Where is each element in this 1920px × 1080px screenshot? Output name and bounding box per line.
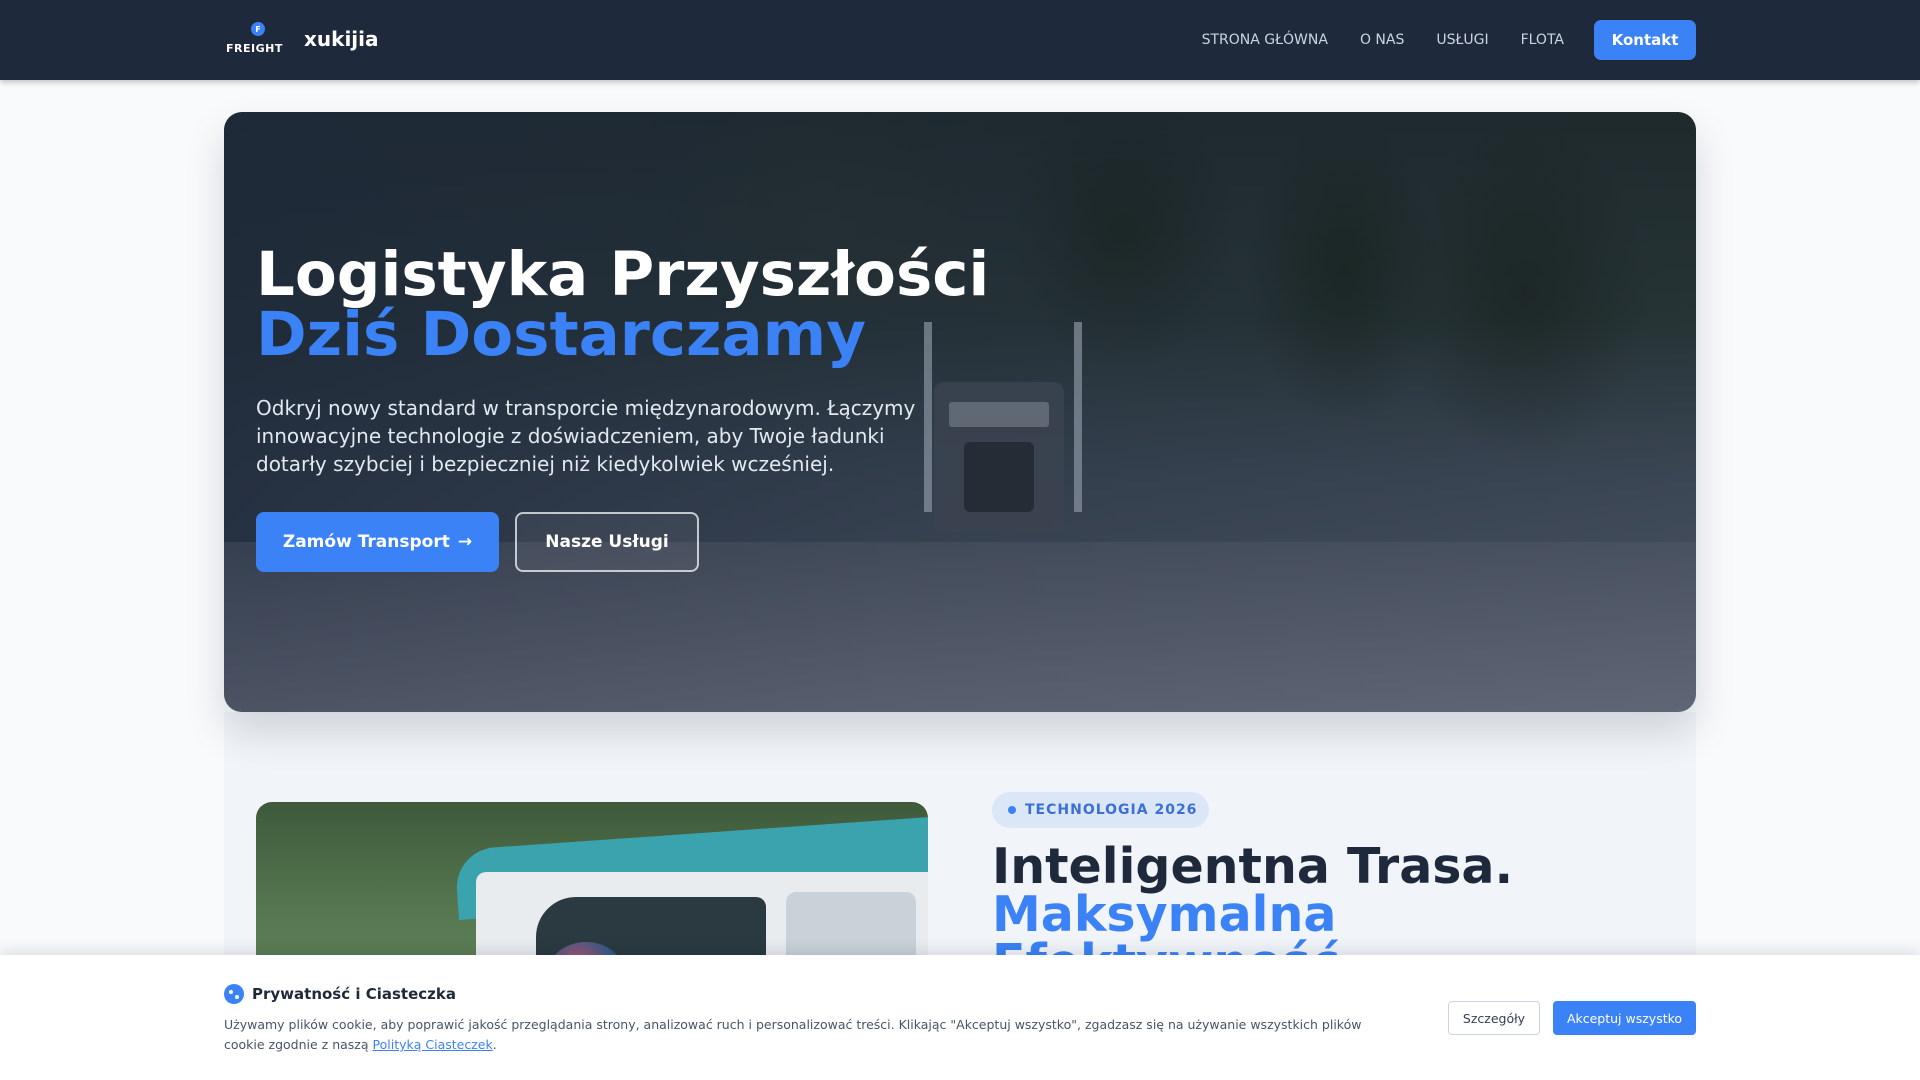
truck-grille (964, 442, 1034, 512)
brand-name[interactable]: xukijia (304, 27, 379, 51)
brand-logo[interactable]: F FREIGHT (224, 20, 292, 60)
nav-links: STRONA GŁÓWNA O NAS USŁUGI FLOTA (1170, 0, 1564, 80)
hero-banner: Logistyka Przyszłości Dziś Dostarczamy O… (224, 112, 1696, 712)
contact-button[interactable]: Kontakt (1594, 20, 1696, 60)
logo-text: FREIGHT (226, 42, 283, 55)
cookie-text-end: . (492, 1037, 497, 1052)
section-title-line2: Maksymalna (992, 886, 1337, 943)
cookie-icon (224, 984, 244, 1004)
cookie-details-button[interactable]: Szczegóły (1448, 1001, 1540, 1035)
logo-badge-icon: F (251, 22, 265, 36)
nav-link-about[interactable]: O NAS (1360, 32, 1404, 48)
truck-windshield (949, 402, 1049, 427)
nav-link-services[interactable]: USŁUGI (1436, 32, 1488, 48)
cookie-policy-link[interactable]: Polityką Ciasteczek (373, 1037, 493, 1052)
top-navbar: F FREIGHT xukijia STRONA GŁÓWNA O NAS US… (0, 0, 1920, 80)
technology-tag-label: TECHNOLOGIA 2026 (1025, 802, 1198, 818)
hero-title-line2: Dziś Dostarczamy (256, 299, 866, 370)
truck-exhaust-right (1074, 322, 1082, 512)
order-transport-button[interactable]: Zamów Transport → (256, 512, 499, 572)
arrow-right-icon: → (457, 532, 473, 552)
cookie-accept-all-button[interactable]: Akceptuj wszystko (1553, 1001, 1696, 1035)
technology-tag: TECHNOLOGIA 2026 (992, 792, 1209, 828)
nav-link-home[interactable]: STRONA GŁÓWNA (1202, 32, 1328, 48)
cookie-title: Prywatność i Ciasteczka (252, 985, 456, 1003)
order-transport-label: Zamów Transport (282, 532, 450, 552)
tag-dot-icon (1008, 806, 1016, 814)
nav-link-fleet[interactable]: FLOTA (1521, 32, 1564, 48)
hero-description: Odkryj nowy standard w transporcie międz… (256, 396, 916, 476)
cookie-banner: Prywatność i Ciasteczka Używamy plików c… (0, 955, 1920, 1080)
our-services-button[interactable]: Nasze Usługi (515, 512, 699, 572)
hero-title: Logistyka Przyszłości Dziś Dostarczamy (256, 244, 989, 370)
cookie-text: Używamy plików cookie, aby poprawić jako… (224, 1015, 1384, 1055)
